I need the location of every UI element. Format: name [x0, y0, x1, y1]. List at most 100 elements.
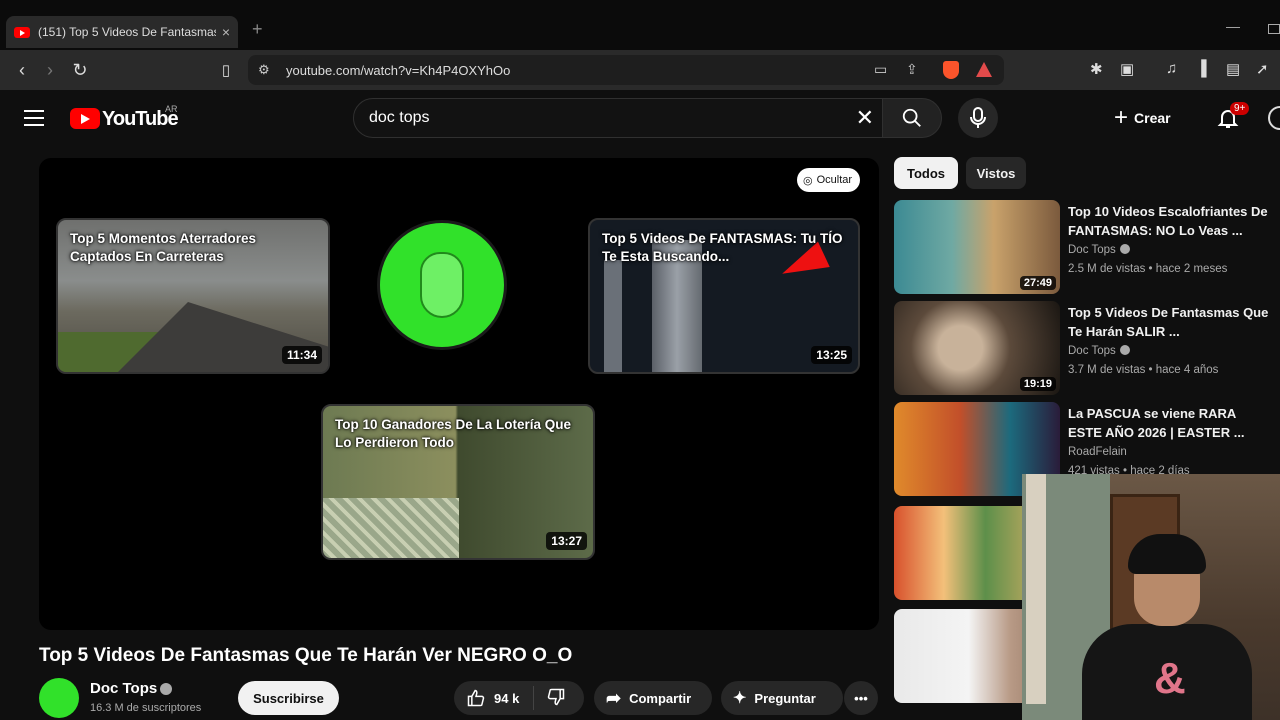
search-button[interactable] [882, 98, 942, 138]
verified-icon [1119, 244, 1130, 254]
endscreen-video-card[interactable]: Top 5 Videos De FANTASMAS: Tu TÍO Te Est… [588, 218, 860, 374]
tab-title: (151) Top 5 Videos De Fantasmas [38, 25, 216, 39]
brave-shields-icon[interactable] [943, 61, 959, 79]
browser-tab[interactable]: (151) Top 5 Videos De Fantasmas × [6, 16, 238, 48]
sparkle-icon: ✦ [733, 690, 747, 707]
channel-name[interactable]: Doc Tops [90, 680, 157, 697]
sidebar-toggle-icon[interactable]: ▐ [1196, 60, 1207, 77]
video-title: Top 5 Videos De Fantasmas Que Te Harán S… [1068, 305, 1269, 339]
site-info-icon[interactable]: ⚙ [258, 62, 270, 78]
create-button[interactable]: + Crear [1114, 104, 1171, 132]
hide-endscreen-button[interactable]: ◎ Ocultar [797, 168, 861, 192]
thumbs-down-icon [548, 688, 565, 705]
like-count: 94 k [494, 690, 520, 706]
browser-navbar: ‹ › ↻ ▯ ⚙ youtube.com/watch?v=Kh4P4OXYhO… [0, 50, 1280, 90]
bookmark-icon[interactable]: ▯ [214, 58, 238, 82]
video-title: Top 10 Videos Escalofriantes De FANTASMA… [1068, 204, 1268, 238]
share-button[interactable]: ➦ Compartir [594, 681, 712, 715]
channel-logo-icon [420, 252, 464, 318]
microphone-icon [970, 107, 986, 128]
music-icon[interactable]: ♫ [1166, 60, 1177, 77]
reading-list-icon[interactable]: ▤ [1226, 60, 1240, 78]
clear-search-icon[interactable]: ✕ [856, 105, 874, 131]
dislike-button[interactable] [534, 687, 578, 710]
webcam-overlay: & [1022, 474, 1280, 720]
share-page-icon[interactable]: ⇪ [906, 61, 918, 78]
verified-icon [1119, 345, 1130, 355]
more-dots-icon: ••• [854, 690, 868, 706]
channel-name-text: Doc Tops [1068, 345, 1116, 357]
video-thumbnail[interactable]: 27:49 [894, 200, 1060, 294]
endcard-title: Top 5 Videos De FANTASMAS: Tu TÍO Te Est… [602, 231, 843, 264]
thumbnail-tree [604, 260, 622, 372]
video-title: La PASCUA se viene RARA ESTE AÑO 2026 | … [1068, 406, 1245, 440]
like-dislike-group: 94 k [454, 681, 584, 715]
video-duration: 19:19 [1019, 377, 1056, 391]
tab-close-icon[interactable]: × [222, 24, 230, 40]
channel-name: Doc Tops [1068, 345, 1130, 357]
account-avatar[interactable] [1268, 106, 1280, 130]
cast-icon[interactable]: ▭ [874, 61, 887, 78]
webcam-doorframe [1026, 474, 1046, 704]
channel-name: Doc Tops [1068, 244, 1130, 256]
ask-label: Preguntar [754, 690, 816, 706]
endcard-title: Top 5 Momentos Aterradores Captados En C… [70, 231, 257, 264]
brave-rewards-icon[interactable] [976, 62, 992, 77]
like-button[interactable]: 94 k [454, 686, 535, 710]
search-icon [902, 108, 921, 127]
endcard-duration: 13:25 [811, 346, 852, 364]
video-player[interactable]: ◎ Ocultar Top 5 Momentos Aterradores Cap… [39, 158, 879, 630]
wallet-icon[interactable]: ▣ [1120, 60, 1134, 78]
chip-watched[interactable]: Vistos [966, 157, 1026, 189]
video-thumbnail[interactable]: 19:19 [894, 301, 1060, 395]
hide-endscreen-label: Ocultar [816, 174, 853, 186]
video-meta: 2.5 M de vistas • hace 2 meses [1068, 263, 1228, 275]
hamburger-menu-icon[interactable] [24, 110, 44, 126]
channel-avatar[interactable] [39, 678, 79, 718]
channel-name: RoadFelain [1068, 446, 1127, 458]
reload-icon[interactable]: ↻ [68, 58, 92, 82]
subscriber-count: 16.3 M de suscriptores [90, 702, 202, 714]
endcard-duration: 13:27 [546, 532, 587, 550]
webcam-person-hair [1128, 534, 1206, 574]
forward-icon[interactable]: › [38, 58, 62, 82]
share-icon: ➦ [606, 687, 622, 708]
vpn-icon[interactable]: ➚ [1256, 60, 1269, 78]
youtube-favicon-icon [14, 26, 30, 38]
endscreen-video-card[interactable]: Top 5 Momentos Aterradores Captados En C… [56, 218, 330, 374]
recommended-video[interactable]: 27:49 Top 10 Videos Escalofriantes De FA… [894, 200, 1280, 294]
eye-off-icon: ◎ [803, 174, 813, 187]
create-label: Crear [1134, 110, 1171, 126]
more-actions-button[interactable]: ••• [844, 681, 878, 715]
plus-icon: + [1114, 104, 1129, 131]
endscreen-subscribe-element[interactable] [377, 220, 507, 350]
browser-tabbar: (151) Top 5 Videos De Fantasmas × + — [0, 0, 1280, 50]
endcard-duration: 11:34 [281, 346, 322, 364]
notifications-badge: 9+ [1230, 102, 1250, 115]
recommended-video[interactable]: 19:19 Top 5 Videos De Fantasmas Que Te H… [894, 301, 1280, 395]
search-input[interactable]: doc tops ✕ [353, 98, 883, 138]
maximize-icon[interactable] [1268, 24, 1280, 34]
video-title: Top 5 Videos De Fantasmas Que Te Harán V… [39, 645, 573, 666]
voice-search-button[interactable] [958, 98, 998, 138]
channel-name-text: Doc Tops [1068, 244, 1116, 256]
minimize-icon[interactable]: — [1226, 18, 1240, 34]
ask-button[interactable]: ✦ Preguntar [721, 681, 843, 715]
video-meta: 3.7 M de vistas • hace 4 años [1068, 364, 1219, 376]
endscreen-video-card[interactable]: Top 10 Ganadores De La Lotería Que Lo Pe… [321, 404, 595, 560]
youtube-header: YouTube AR doc tops ✕ + Crear 9+ [0, 90, 1280, 146]
back-icon[interactable]: ‹ [10, 58, 34, 82]
new-tab-button[interactable]: + [252, 19, 263, 40]
share-label: Compartir [629, 690, 692, 706]
youtube-logo-icon[interactable] [70, 108, 100, 129]
chip-all[interactable]: Todos [894, 157, 958, 189]
address-bar[interactable]: ⚙ youtube.com/watch?v=Kh4P4OXYhOo ▭ ⇪ [248, 55, 1004, 85]
thumbs-up-icon [467, 689, 485, 707]
url-text: youtube.com/watch?v=Kh4P4OXYhOo [286, 63, 511, 78]
subscribe-button[interactable]: Suscribirse [238, 681, 339, 715]
extensions-icon[interactable]: ✱ [1090, 60, 1103, 78]
search-query: doc tops [369, 109, 430, 126]
video-duration: 27:49 [1019, 276, 1056, 290]
thumbnail-money [323, 498, 459, 558]
shirt-logo-icon: & [1154, 654, 1186, 703]
